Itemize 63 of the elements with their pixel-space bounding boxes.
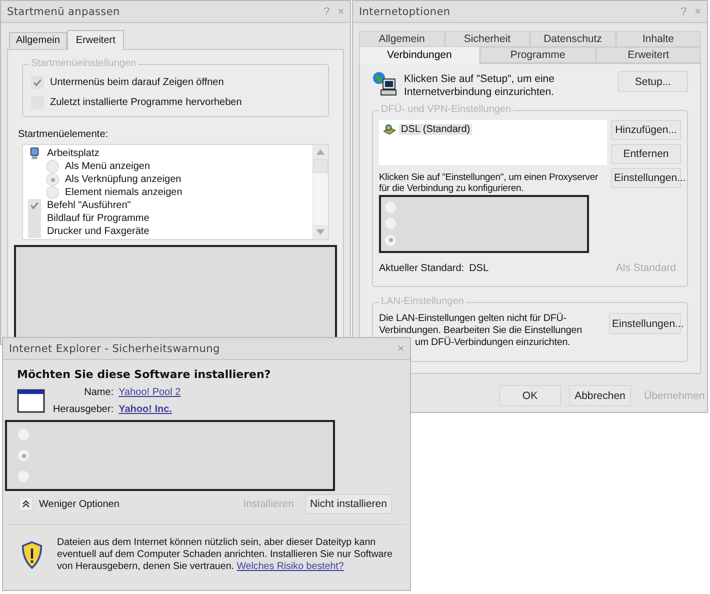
publisher-link[interactable]: Yahoo! Inc. <box>118 404 172 415</box>
modem-icon <box>383 123 396 136</box>
default-value: DSL <box>469 262 489 274</box>
radio-button[interactable] <box>384 234 397 247</box>
question-heading: Möchten Sie diese Software installieren? <box>17 368 272 381</box>
checkbox[interactable] <box>31 76 44 89</box>
remove-button[interactable]: Entfernen <box>611 144 681 164</box>
lan-settings-button[interactable]: Einstellungen... <box>609 313 681 334</box>
connection-item[interactable]: DSL (Standard) <box>399 124 472 135</box>
radio-button[interactable] <box>46 160 59 173</box>
globe-computer-icon <box>372 71 398 97</box>
dialog-button[interactable]: Abbrechen <box>569 385 631 406</box>
name-link[interactable]: Yahoo! Pool 2 <box>118 387 181 398</box>
window-title: Startmenü anpassen <box>7 6 121 18</box>
scroll-thumb[interactable] <box>313 159 328 173</box>
checkbox-label: Bildlauf für Programme <box>47 213 150 224</box>
collapse-icon[interactable] <box>19 497 33 511</box>
tab[interactable]: Verbindungen <box>359 46 480 64</box>
tab[interactable]: Allgemein <box>359 31 444 47</box>
tab[interactable]: Erweitert <box>596 47 701 63</box>
tab[interactable]: Inhalte <box>616 31 701 47</box>
install-button[interactable]: Nicht installieren <box>304 494 392 514</box>
radio-button[interactable] <box>46 173 59 186</box>
lan-text: Die LAN-Einstellungen gelten nicht für DFÜ- <box>379 313 568 326</box>
radio-button[interactable] <box>46 186 59 199</box>
list-item[interactable]: Arbeitsplatz <box>47 148 100 159</box>
window-title: Internet Explorer - Sicherheitswarnung <box>9 342 221 354</box>
setup-text: Klicken Sie auf "Setup", um eine Internetverbindung einzurichten. <box>404 72 556 98</box>
tab[interactable]: Erweitert <box>66 30 124 50</box>
window-title: Internetoptionen <box>359 6 452 18</box>
add-button[interactable]: Hinzufügen... <box>611 120 681 140</box>
lan-text: Verbindungen. Bearbeiten Sie die Einstellungen <box>379 325 583 336</box>
window-icon <box>17 389 45 413</box>
options-toggle[interactable]: Weniger Optionen <box>39 498 120 510</box>
risk-link[interactable]: Welches Risiko besteht? <box>236 561 344 572</box>
checkbox-label: Drucker und Faxgeräte <box>47 226 150 237</box>
radio-label: Als Verknüpfung anzeigen <box>65 174 182 185</box>
computer-icon <box>28 147 41 160</box>
checkbox-label: Untermenüs beim darauf Zeigen öffnen <box>50 77 224 88</box>
checkbox-label: Befehl "Ausführen" <box>47 200 131 211</box>
tab[interactable]: Programme <box>480 47 596 63</box>
setup-button[interactable]: Setup... <box>618 71 688 92</box>
proxy-text: Klicken Sie auf "Einstellungen", um einen Proxyserver für die Verbindung zu konfigurieren. <box>379 172 599 195</box>
warning-text: Dateien aus dem Internet können nützlich sein, aber dieser Dateityp kann eventuell auf dem Computer Schaden anrichten. Installieren Sie nur Software von Herausgebern, denen Sie vertrauen. Welches Risiko besteht? <box>57 537 394 574</box>
checkbox[interactable] <box>28 225 41 238</box>
scrollbar[interactable] <box>312 145 328 239</box>
tab[interactable]: Sicherheit <box>444 31 530 47</box>
checkbox-label: Zuletzt installierte Programme hervorheben <box>50 97 242 108</box>
tab[interactable]: Datenschutz <box>530 31 616 47</box>
dialog-button[interactable]: OK <box>499 385 561 406</box>
checkbox[interactable] <box>28 199 41 212</box>
default-label: Aktueller Standard: <box>379 262 464 274</box>
list-label: Startmenüelemente: <box>18 129 110 140</box>
warning-shield-icon <box>21 541 43 570</box>
name-label: Name: <box>84 387 114 398</box>
scroll-down-icon[interactable] <box>313 225 328 239</box>
lan-text: um DFÜ-Verbindungen einzurichten. <box>415 337 570 350</box>
tab[interactable]: Allgemein <box>9 32 67 49</box>
scroll-up-icon[interactable] <box>313 145 328 159</box>
publisher-label: Herausgeber: <box>53 404 114 415</box>
radio-label: Element niemals anzeigen <box>65 187 182 198</box>
radio-button[interactable] <box>17 449 30 462</box>
radio-label: Als Menü anzeigen <box>65 161 150 172</box>
